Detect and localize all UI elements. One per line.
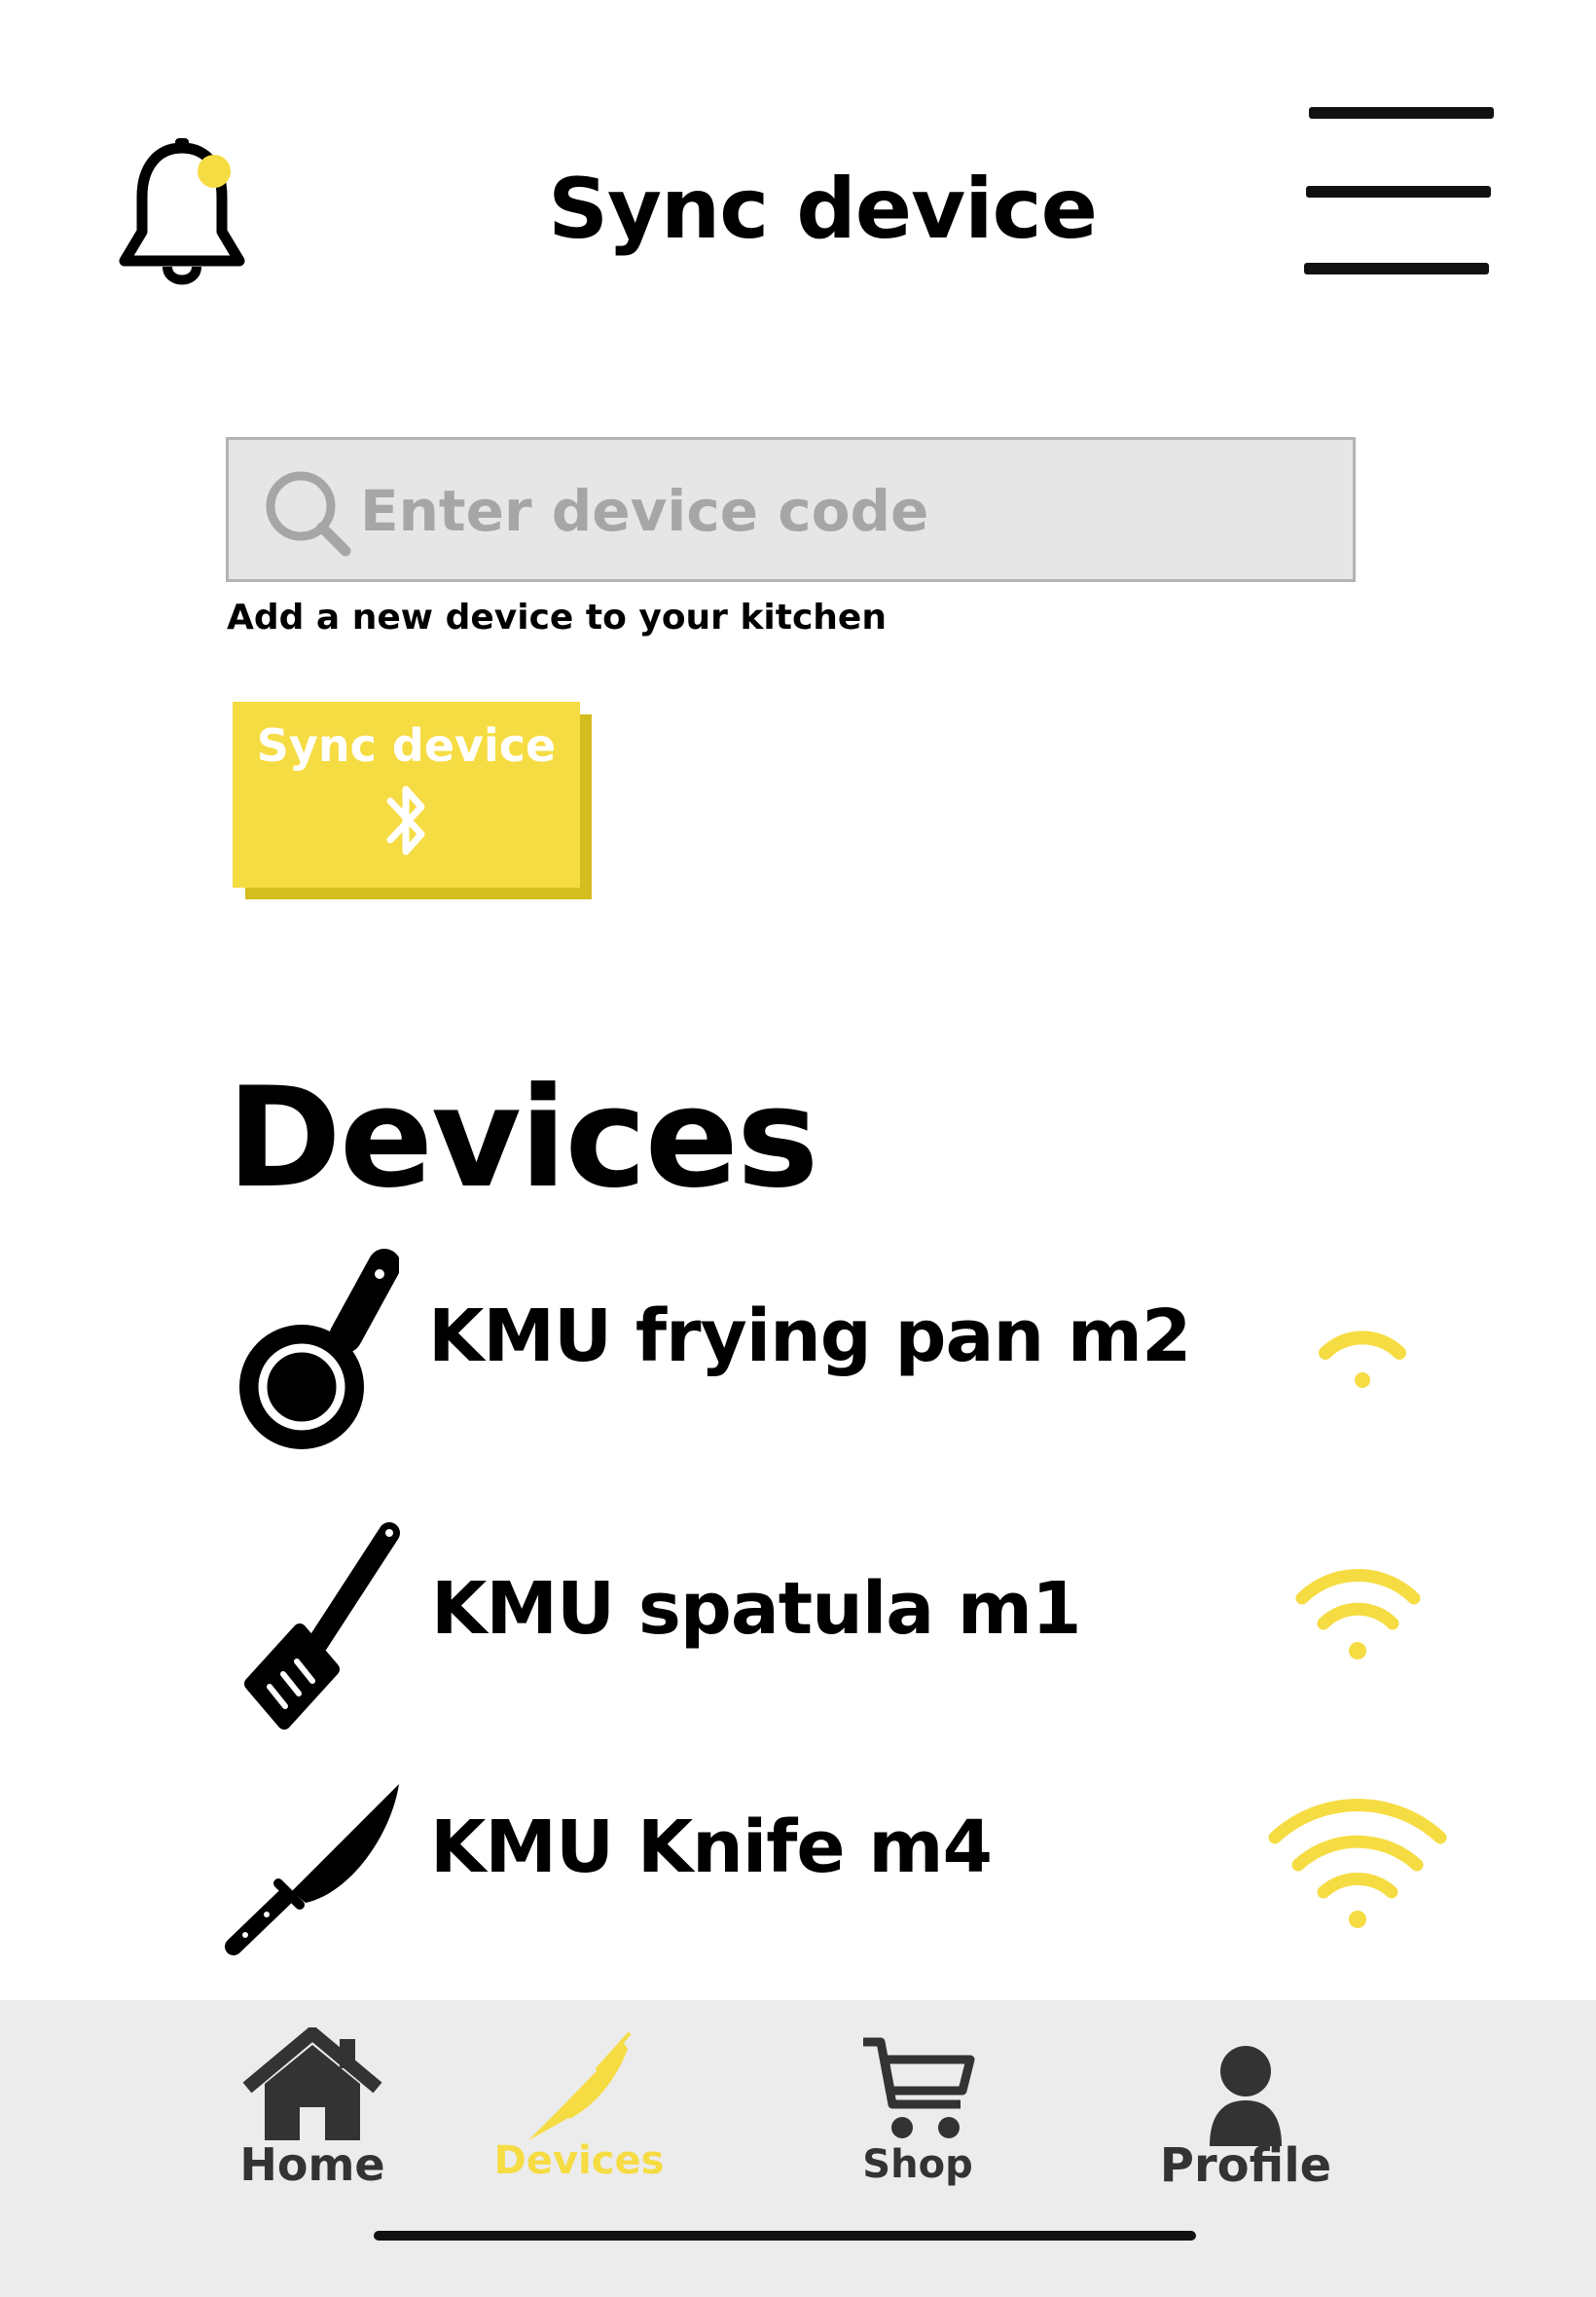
home-indicator <box>374 2231 1196 2241</box>
search-icon <box>266 471 351 557</box>
device-name: KMU spatula m1 <box>431 1567 1082 1651</box>
sync-button-label: Sync device <box>256 719 557 772</box>
knife-icon <box>528 2031 632 2140</box>
tab-profile[interactable]: Profile <box>1148 2044 1343 2193</box>
wifi-medium-icon <box>1295 1569 1421 1659</box>
bottom-tab-bar: Home Devices Shop Profile <box>0 2000 1596 2297</box>
home-icon <box>242 2026 382 2140</box>
spatula-icon <box>244 1522 400 1730</box>
bluetooth-icon <box>386 785 424 856</box>
device-item-knife[interactable]: KMU Knife m4 <box>224 1767 1479 1981</box>
devices-heading: Devices <box>227 1058 818 1219</box>
wifi-strong-icon <box>1268 1799 1447 1928</box>
hamburger-menu-button[interactable] <box>1304 102 1494 282</box>
device-name: KMU Knife m4 <box>430 1805 993 1889</box>
search-hint: Add a new device to your kitchen <box>227 598 887 638</box>
wifi-weak-icon <box>1319 1331 1406 1388</box>
cart-icon <box>863 2037 975 2138</box>
knife-icon <box>225 1784 399 1955</box>
tab-devices-label: Devices <box>493 2138 665 2183</box>
device-item-frying-pan[interactable]: KMU frying pan m2 <box>224 1236 1479 1450</box>
device-code-input[interactable] <box>360 469 1314 553</box>
tab-shop[interactable]: Shop <box>845 2034 991 2187</box>
tab-devices[interactable]: Devices <box>491 2027 667 2183</box>
sync-device-button[interactable]: Sync device <box>233 702 580 888</box>
device-code-search[interactable] <box>226 437 1356 582</box>
tab-profile-label: Profile <box>1159 2138 1332 2193</box>
tab-home[interactable]: Home <box>230 2026 395 2191</box>
user-icon <box>1210 2046 1282 2146</box>
tab-home-label: Home <box>239 2138 385 2191</box>
frying-pan-icon <box>239 1249 399 1449</box>
device-item-spatula[interactable]: KMU spatula m1 <box>224 1504 1479 1730</box>
device-name: KMU frying pan m2 <box>428 1294 1191 1378</box>
tab-shop-label: Shop <box>862 2142 973 2187</box>
